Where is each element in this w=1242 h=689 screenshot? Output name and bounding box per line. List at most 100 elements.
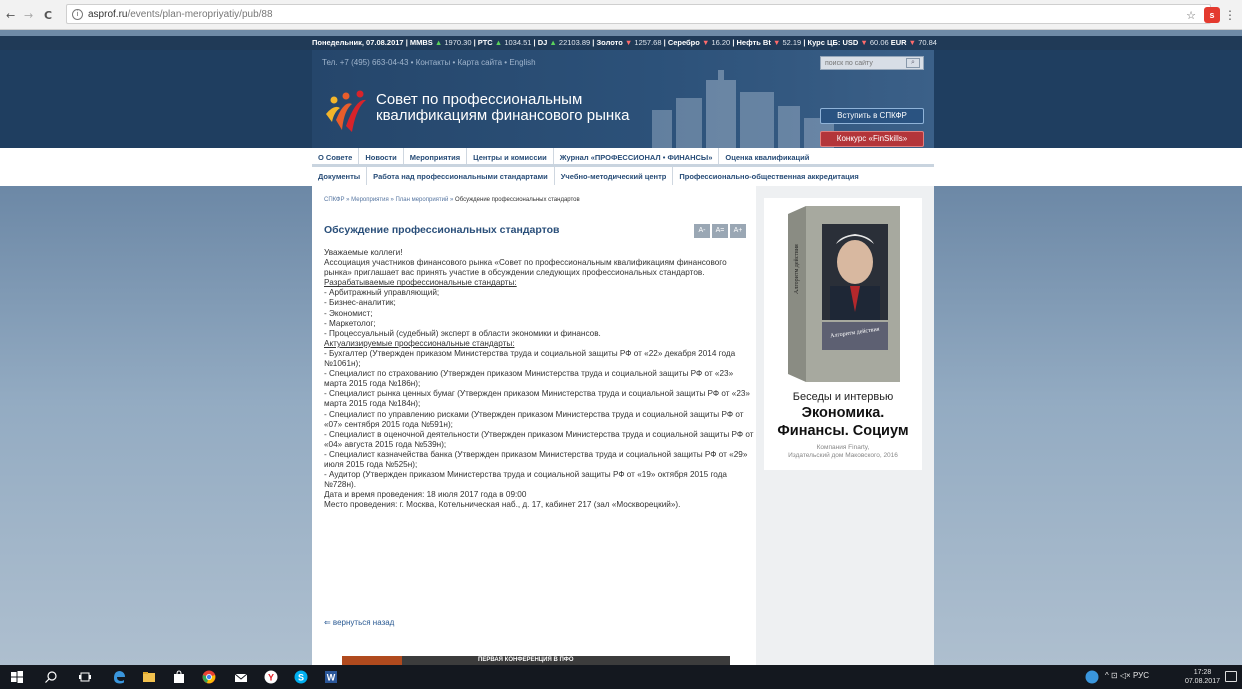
usd-arrow-icon: ▼ <box>860 38 870 47</box>
spkfr-logo-icon[interactable] <box>324 90 368 134</box>
chrome-icon[interactable] <box>202 670 216 684</box>
ticker-item-value: 16.20 <box>711 38 731 47</box>
primary-menu-item[interactable]: Мероприятия <box>404 148 468 164</box>
developed-heading: Разрабатываемые профессиональные стандар… <box>324 278 517 288</box>
ticker-item-name: РТС <box>477 38 495 47</box>
back-link[interactable]: ⇐ вернуться назад <box>324 618 394 627</box>
secondary-menu-item[interactable]: Учебно-методический центр <box>555 167 674 185</box>
secondary-menu-item[interactable]: Работа над профессиональными стандартами <box>367 167 555 185</box>
font-size-button[interactable]: A- <box>694 224 710 238</box>
browser-menu-icon[interactable]: ⋮ <box>1224 8 1236 22</box>
secondary-menu: Документы Работа над профессиональными ст… <box>312 167 934 185</box>
system-tray[interactable]: ^ ⊡ ◁× РУС <box>1105 671 1149 680</box>
updated-standard: - Специалист рынка ценных бумаг (Утвержд… <box>324 389 750 409</box>
bookmark-star-icon[interactable]: ☆ <box>1186 9 1196 22</box>
secondary-menu-item[interactable]: Профессионально-общественная аккредитаци… <box>673 167 864 185</box>
search-input[interactable] <box>821 57 901 69</box>
breadcrumb-link[interactable]: Мероприятия <box>351 197 389 203</box>
ticker-item-value: 1034.51 <box>504 38 532 47</box>
updated-list: - Бухгалтер (Утвержден приказом Министер… <box>324 349 754 490</box>
primary-menu-item[interactable]: Новости <box>359 148 404 164</box>
usd-value: 60.06 <box>869 38 891 47</box>
primary-menu-item[interactable]: Оценка квалификаций <box>719 148 815 164</box>
join-button[interactable]: Вступить в СПКФР <box>820 108 924 124</box>
book-cover-image: Алгоритм действия Алгоритм действия <box>788 206 900 382</box>
site-title[interactable]: Совет по профессиональным квалификациям … <box>376 92 629 124</box>
updated-standard: - Специалист по управлению рисками (Утве… <box>324 409 744 429</box>
site-search[interactable]: ⌕ <box>820 56 924 70</box>
font-size-button[interactable]: A+ <box>730 224 746 238</box>
ticker-item-name: Серебро <box>667 38 702 47</box>
info-icon[interactable]: i <box>72 9 83 20</box>
ticker-item-value: 1970.30 <box>444 38 472 47</box>
sidebar: Алгоритм действия Алгоритм действия Бесе… <box>756 186 934 665</box>
store-icon[interactable] <box>172 670 186 684</box>
market-ticker: Понедельник, 07.08.2017 | MMBS ▲ 1970.30… <box>0 36 1242 50</box>
developed-standard: - Арбитражный управляющий; <box>324 288 440 298</box>
ticker-item-arrow-icon: ▲ <box>494 38 505 47</box>
notifications-icon[interactable] <box>1225 671 1237 682</box>
search-icon[interactable] <box>44 670 58 684</box>
updated-standard: - Аудитор (Утвержден приказом Министерст… <box>324 470 727 490</box>
mail-icon[interactable] <box>234 670 248 684</box>
search-icon[interactable]: ⌕ <box>906 58 920 68</box>
ad-title-line2: Финансы. Социум <box>777 423 909 439</box>
font-size-button[interactable]: A= <box>712 224 728 238</box>
ad-publisher: Компания Finarty, Издательский дом Маков… <box>788 444 898 459</box>
article-body: Уважаемые коллеги! Ассоциация участников… <box>324 248 754 510</box>
word-icon[interactable]: W <box>324 670 338 684</box>
intro-paragraph: Ассоциация участников финансового рынка … <box>324 258 727 278</box>
reload-icon[interactable]: C <box>44 9 52 22</box>
ticker-item-arrow-icon: ▲ <box>434 38 445 47</box>
ticker-item-name: MMBS <box>409 38 435 47</box>
skype-icon[interactable]: S <box>294 670 308 684</box>
updated-standard: - Специалист казначейства банка (Утвержд… <box>324 449 748 469</box>
book-ad[interactable]: Алгоритм действия Алгоритм действия Бесе… <box>764 198 922 470</box>
ticker-content: Понедельник, 07.08.2017 | MMBS ▲ 1970.30… <box>312 38 937 47</box>
updated-standard: - Бухгалтер (Утвержден приказом Министер… <box>324 348 736 369</box>
task-view-icon[interactable] <box>78 670 92 684</box>
browser-toolbar: ← → C i asprof.ru/events/plan-meropriyat… <box>0 0 1242 30</box>
windows-taskbar: Y S W ^ ⊡ ◁× РУС 17:28 07.08.2017 <box>0 665 1242 689</box>
eur-label: EUR <box>890 38 909 47</box>
primary-menu-item[interactable]: О Совете <box>312 148 360 164</box>
file-explorer-icon[interactable] <box>142 670 156 684</box>
secondary-menu-item[interactable]: Документы <box>312 167 368 185</box>
primary-menu-item[interactable]: Центры и комиссии <box>467 148 554 164</box>
breadcrumb-link[interactable]: План мероприятий <box>395 197 448 203</box>
eur-value: 70.84 <box>918 38 937 47</box>
breadcrumb-link[interactable]: СПКФР <box>324 197 345 203</box>
primary-menu-item[interactable]: Журнал «ПРОФЕССИОНАЛ • ФИНАНСЫ» <box>554 148 720 164</box>
usd-label: USD <box>842 38 861 47</box>
greeting: Уважаемые коллеги! <box>324 248 403 257</box>
page-title: Обсуждение профессиональных стандартов <box>324 224 560 236</box>
onedrive-icon[interactable] <box>1085 670 1099 684</box>
address-url[interactable]: asprof.ru/events/plan-meropriyatiy/pub/8… <box>88 9 273 20</box>
updated-standard: - Специалист в оценочной деятельности (У… <box>324 429 754 449</box>
ticker-item-value: 1257.68 <box>634 38 662 47</box>
clock[interactable]: 17:28 07.08.2017 <box>1185 668 1220 686</box>
yandex-browser-icon[interactable]: Y <box>264 670 278 684</box>
forward-arrow-icon[interactable]: → <box>24 9 33 22</box>
ad-title-line1: Экономика. <box>801 405 885 421</box>
contest-button[interactable]: Конкурс «FinSkills» <box>820 131 924 147</box>
ad-subtitle: Беседы и интервью <box>792 391 894 403</box>
main-content: СПКФР » Мероприятия » План мероприятий »… <box>312 186 934 665</box>
windows-start-icon[interactable] <box>10 670 24 684</box>
ticker-item-name: Нефть Bt <box>736 38 773 47</box>
site-header: Тел. +7 (495) 663-04-43 • Контакты • Кар… <box>0 50 1242 148</box>
edge-browser-icon[interactable] <box>112 670 126 684</box>
svg-text:S: S <box>298 673 304 683</box>
banner-logo <box>342 656 402 665</box>
updated-standard: - Специалист по страхованию (Утвержден п… <box>324 369 734 389</box>
conference-banner[interactable]: ПЕРВАЯ КОНФЕРЕНЦИЯ В ПФО <box>342 656 730 665</box>
header-links[interactable]: Тел. +7 (495) 663-04-43 • Контакты • Кар… <box>322 58 536 67</box>
developed-standard: - Бизнес-аналитик; <box>324 298 396 308</box>
svg-text:Y: Y <box>268 673 274 683</box>
back-arrow-icon[interactable]: ← <box>6 9 15 22</box>
extension-icon[interactable]: s <box>1204 7 1220 23</box>
book-spine-text: Алгоритм действия <box>793 244 800 294</box>
address-bar[interactable]: i asprof.ru/events/plan-meropriyatiy/pub… <box>66 4 1211 24</box>
developed-standard: - Процессуальный (судебный) эксперт в об… <box>324 328 601 338</box>
ticker-item-arrow-icon: ▲ <box>549 38 559 47</box>
